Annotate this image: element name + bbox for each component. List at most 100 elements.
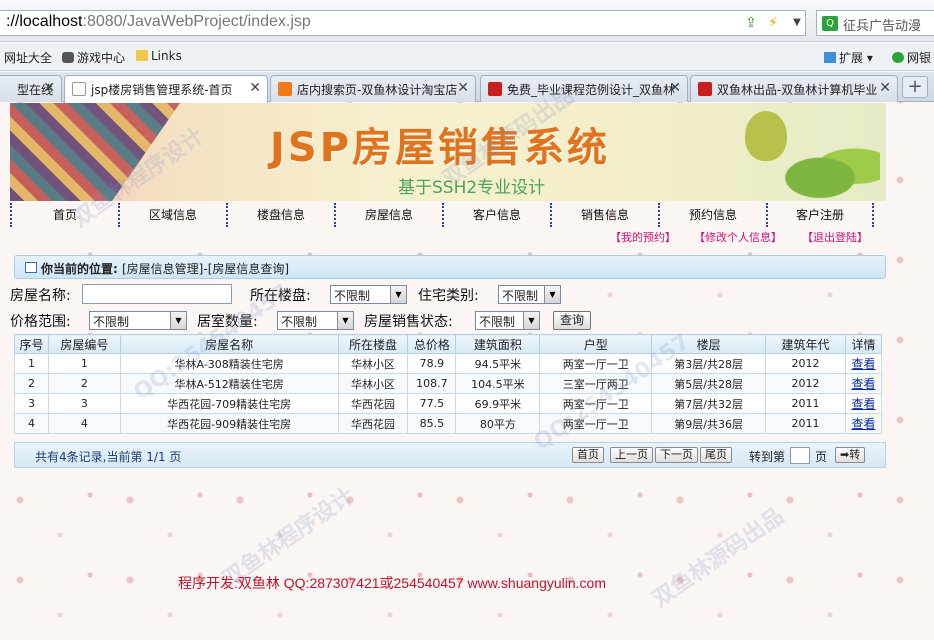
view-link[interactable]: 查看 xyxy=(851,377,875,391)
bookmark-item[interactable]: 网址大全 xyxy=(4,49,52,66)
search-input[interactable]: Q 征兵广告动漫 xyxy=(816,10,934,36)
taobao-icon xyxy=(278,82,292,96)
cell-index: 4 xyxy=(14,413,49,434)
user-links: 【我的预约】 【修改个人信息】 【退出登陆】 xyxy=(600,229,880,245)
cell-floor: 第7层/共32层 xyxy=(651,393,767,414)
type-select[interactable]: 不限制 ▼ xyxy=(498,285,561,304)
table-row: 3 3 华西花园-709精装住宅房 华西花园 77.5 69.9平米 两室一厅一… xyxy=(14,393,883,414)
nav-house[interactable]: 房屋信息 xyxy=(334,203,442,227)
edit-profile-link[interactable]: 【修改个人信息】 xyxy=(694,229,782,245)
nav-home[interactable]: 首页 xyxy=(10,203,118,227)
folder-icon xyxy=(136,50,148,61)
nav-booking[interactable]: 预约信息 xyxy=(658,203,766,227)
breadcrumb-label: 你当前的位置: xyxy=(41,262,118,276)
view-link[interactable]: 查看 xyxy=(851,397,875,411)
cell-detail: 查看 xyxy=(844,393,883,414)
house-name-label: 房屋名称: xyxy=(10,288,71,304)
tab-bar: 型在线 ✕ jsp楼房销售管理系统-首页 ✕ 店内搜索页-双鱼林设计淘宝店 ✕ 免费_… xyxy=(0,72,934,103)
logout-link[interactable]: 【退出登陆】 xyxy=(802,229,868,245)
nav-register[interactable]: 客户注册 xyxy=(766,203,874,227)
cell-index: 3 xyxy=(14,393,49,414)
address-bar[interactable]: ://localhost:8080/JavaWebProject/index.j… xyxy=(0,10,806,36)
close-icon[interactable]: ✕ xyxy=(249,80,261,96)
watermark: 双鱼林源码出品 xyxy=(648,503,789,613)
cell-house-name: 华林A-512精装住宅房 xyxy=(119,373,339,394)
status-label: 房屋销售状态: xyxy=(364,314,453,330)
cell-year: 2011 xyxy=(765,413,846,434)
last-page-button[interactable]: 尾页 xyxy=(700,447,732,463)
house-name-input[interactable] xyxy=(82,284,232,304)
breadcrumb: 你当前的位置: [房屋信息管理]-[房屋信息查询] xyxy=(14,255,886,279)
gamepad-icon xyxy=(62,52,74,63)
share-icon[interactable]: ⇪ xyxy=(742,14,760,32)
column-header: 户型 xyxy=(539,334,653,354)
bookmark-item[interactable]: 游戏中心 xyxy=(62,49,125,66)
bookmarks-bar: 网址大全 游戏中心 Links 扩展 ▾ 网银 xyxy=(0,43,934,71)
main-nav: 首页 区域信息 楼盘信息 房屋信息 客户信息 销售信息 预约信息 客户注册 xyxy=(10,203,886,227)
close-icon[interactable]: ✕ xyxy=(43,80,55,96)
url-host: localhost xyxy=(19,13,83,30)
prev-page-button[interactable]: 上一页 xyxy=(610,447,653,463)
estate-label: 所在楼盘: xyxy=(250,288,311,304)
goto-label: 转到第 xyxy=(749,450,786,464)
browser-tab[interactable]: 免费_毕业课程范例设计_双鱼林 ✕ xyxy=(480,75,688,102)
chevron-down-icon: ▼ xyxy=(390,286,406,303)
browser-tab[interactable]: 型在线 ✕ xyxy=(0,75,62,102)
extensions-button[interactable]: 扩展 ▾ xyxy=(824,49,873,66)
column-header: 建筑年代 xyxy=(765,334,846,354)
cell-estate: 华林小区 xyxy=(337,353,409,374)
breadcrumb-value: [房屋信息管理]-[房屋信息查询] xyxy=(122,262,290,276)
goto-button[interactable]: ➡转 xyxy=(835,447,866,463)
browser-tab[interactable]: 双鱼林出品-双鱼林计算机毕业 ✕ xyxy=(690,75,898,102)
url-path: :8080/JavaWebProject/index.jsp xyxy=(82,13,311,30)
view-link[interactable]: 查看 xyxy=(851,417,875,431)
cell-house-id: 4 xyxy=(47,413,121,434)
goto-page-input[interactable] xyxy=(790,447,810,464)
cell-estate: 华西花园 xyxy=(337,413,409,434)
first-page-button[interactable]: 首页 xyxy=(572,447,604,463)
page-icon xyxy=(72,82,86,96)
estate-select[interactable]: 不限制 ▼ xyxy=(330,285,407,304)
price-select[interactable]: 不限制 ▼ xyxy=(89,311,187,330)
browser-toolbar: ://localhost:8080/JavaWebProject/index.j… xyxy=(0,0,934,42)
nav-sales[interactable]: 销售信息 xyxy=(550,203,658,227)
browser-tab-active[interactable]: jsp楼房销售管理系统-首页 ✕ xyxy=(64,75,268,103)
chevron-down-icon[interactable]: ▼ xyxy=(788,14,806,32)
netbank-button[interactable]: 网银 xyxy=(892,49,931,66)
close-icon[interactable]: ✕ xyxy=(669,80,681,96)
column-header: 总价格 xyxy=(407,334,457,354)
banner-title: JSP房屋销售系统 xyxy=(270,125,611,171)
table-header-row: 序号 房屋编号 房屋名称 所在楼盘 总价格 建筑面积 户型 楼层 建筑年代 详情 xyxy=(14,334,883,354)
page-unit: 页 xyxy=(815,450,828,464)
site-icon xyxy=(488,82,502,96)
pager: 共有4条记录,当前第 1/1 页 首页 上一页 下一页 尾页 转到第 页 ➡转 xyxy=(14,442,886,468)
cell-layout: 两室一厅一卫 xyxy=(539,413,653,434)
nav-area[interactable]: 区域信息 xyxy=(118,203,226,227)
status-select[interactable]: 不限制 ▼ xyxy=(475,311,540,330)
cell-detail: 查看 xyxy=(844,413,883,434)
cell-floor: 第3层/共28层 xyxy=(651,353,767,374)
rooms-select[interactable]: 不限制 ▼ xyxy=(277,311,354,330)
search-icon: Q xyxy=(822,16,838,31)
cell-index: 1 xyxy=(14,353,49,374)
column-header: 所在楼盘 xyxy=(337,334,409,354)
cell-price: 77.5 xyxy=(407,393,457,414)
query-button[interactable]: 查询 xyxy=(553,311,591,330)
new-tab-button[interactable]: + xyxy=(902,76,928,98)
chevron-down-icon: ▼ xyxy=(523,312,539,329)
next-page-button[interactable]: 下一页 xyxy=(655,447,698,463)
close-icon[interactable]: ✕ xyxy=(879,80,891,96)
close-icon[interactable]: ✕ xyxy=(457,80,469,96)
view-link[interactable]: 查看 xyxy=(851,357,875,371)
my-booking-link[interactable]: 【我的预约】 xyxy=(610,229,676,245)
cell-layout: 两室一厅一卫 xyxy=(539,393,653,414)
site-icon xyxy=(698,82,712,96)
price-label: 价格范围: xyxy=(10,314,71,330)
bookmark-item[interactable]: Links xyxy=(136,49,182,63)
lightning-icon[interactable]: ⚡ xyxy=(764,14,782,32)
nav-estate[interactable]: 楼盘信息 xyxy=(226,203,334,227)
cell-detail: 查看 xyxy=(844,373,883,394)
browser-tab[interactable]: 店内搜索页-双鱼林设计淘宝店 ✕ xyxy=(270,75,476,102)
cell-house-id: 3 xyxy=(47,393,121,414)
nav-customer[interactable]: 客户信息 xyxy=(442,203,550,227)
